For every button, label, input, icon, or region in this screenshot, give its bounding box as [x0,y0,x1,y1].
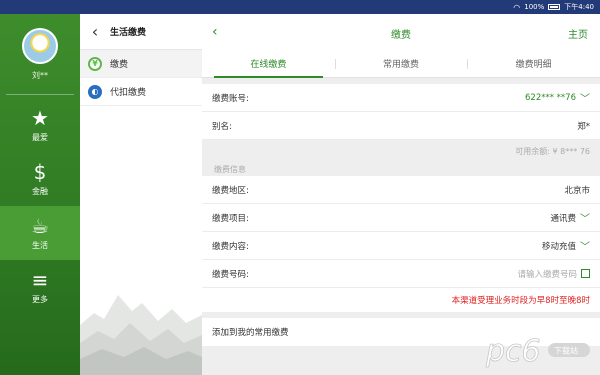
tab-payment-details[interactable]: 缴费明细 [467,50,600,77]
number-input[interactable]: 请输入缴费号码 [517,268,577,280]
back-arrow-icon[interactable]: ‹ [80,22,110,41]
menu-icon: ≡ [31,267,49,292]
item-row[interactable]: 缴费项目: 通讯费 ﹀ [202,204,600,232]
content-label: 缴费内容: [212,241,249,252]
account-label: 缴费账号: [212,93,249,104]
clock: 下午4:40 [564,3,594,11]
alias-row: 别名: 郑* [202,112,600,140]
number-row[interactable]: 缴费号码: 请输入缴费号码 [202,260,600,288]
content-row[interactable]: 缴费内容: 移动充值 ﹀ [202,232,600,260]
money-bag-icon: $ [33,159,47,184]
rail-item-label: 生活 [32,240,48,250]
chevron-down-icon: ﹀ [580,94,590,105]
chevron-down-icon: ﹀ [580,242,590,253]
sub-sidebar-title: 生活缴费 [110,28,147,38]
mountain-landscape-illustration [80,295,202,375]
account-value: 622*** **76 ﹀ [525,90,590,106]
content-value: 移动充值 [541,241,576,252]
auto-debit-icon: ◐ [88,84,102,99]
payment-icon: ¥ [88,56,102,71]
alias-label: 别名: [212,121,232,132]
rail-item-label: 最爱 [32,132,48,142]
rail-item-finance[interactable]: $ 金融 [0,152,80,206]
username: 刘** [32,71,48,80]
rail-item-label: 更多 [32,294,48,304]
watermark-logo: pc6 下载站 [485,334,590,369]
item-value: 通讯费 [550,213,576,224]
star-icon: ★ [31,105,49,130]
alias-value: 郑* [577,121,590,132]
battery-percent: 100% [524,3,545,11]
home-link[interactable]: 主页 [568,26,588,41]
region-row[interactable]: 缴费地区: 北京市 [202,176,600,204]
number-input-wrap[interactable]: 请输入缴费号码 [517,268,590,280]
tab-common-payment[interactable]: 常用缴费 [334,50,468,77]
contact-picker-icon[interactable] [581,269,590,278]
item-label: 缴费项目: [212,213,249,224]
page-title: 缴费 [391,30,411,41]
item-select[interactable]: 通讯费 ﹀ [550,210,590,226]
main-panel: ‹ 缴费 主页 在线缴费 常用缴费 缴费明细 缴费账号: 622*** **76… [202,14,600,375]
section-title: 缴费信息 [214,164,246,174]
watermark-subtext: 下载站 [554,346,578,356]
top-bar: ‹ 缴费 主页 [202,14,600,50]
region-label: 缴费地区: [212,185,249,196]
sub-item-label: 缴费 [110,60,129,70]
account-number: 622*** **76 [525,92,576,103]
avatar[interactable] [22,28,58,64]
sub-sidebar-header: ‹ 生活缴费 [80,14,202,50]
sub-item-payment[interactable]: ¥ 缴费 [80,50,202,78]
wifi-icon: ◠ [513,2,521,12]
sub-item-label: 代扣缴费 [110,88,147,98]
rail-item-label: 金融 [32,186,48,196]
sub-item-auto-debit[interactable]: ◐ 代扣缴费 [80,78,202,106]
tab-online-payment[interactable]: 在线缴费 [202,50,335,78]
watermark-text: pc6 [485,334,541,369]
chevron-down-icon: ﹀ [580,214,590,225]
coffee-cup-icon: ☕ [31,213,49,238]
account-row[interactable]: 缴费账号: 622*** **76 ﹀ [202,84,600,112]
rail-divider [6,94,74,95]
sub-sidebar: ‹ 生活缴费 ¥ 缴费 ◐ 代扣缴费 [80,14,202,375]
number-label: 缴费号码: [212,269,249,280]
status-bar: ◠ 100% 下午4:40 [0,0,600,14]
region-value: 北京市 [564,185,590,196]
battery-icon [548,4,561,10]
available-balance: 可用余额: ¥ 8*** 76 [515,146,590,156]
main-nav-rail: 刘** ★ 最爱 $ 金融 ☕ 生活 ≡ 更多 [0,14,80,375]
tab-bar: 在线缴费 常用缴费 缴费明细 [202,50,600,78]
rail-item-life[interactable]: ☕ 生活 [0,206,80,260]
service-hours-notice: 本渠道受理业务时段为早8时至晚8时 [202,288,600,312]
content-select[interactable]: 移动充值 ﹀ [541,238,590,254]
rail-item-favorites[interactable]: ★ 最爱 [0,98,80,152]
rail-item-more[interactable]: ≡ 更多 [0,260,80,314]
